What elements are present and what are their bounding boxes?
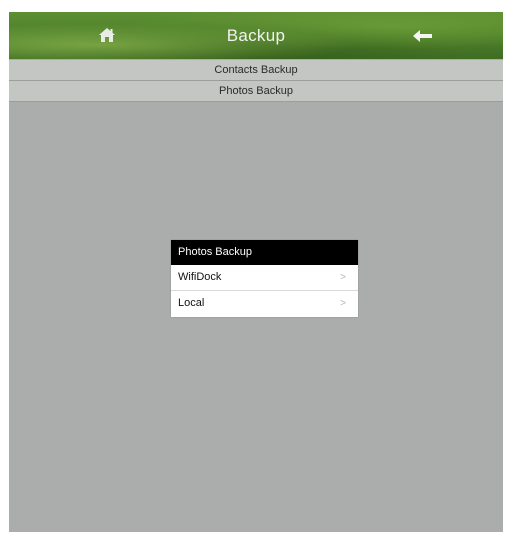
menu-item-label: Contacts Backup [214, 64, 298, 76]
popup-option-local[interactable]: Local > [171, 291, 358, 316]
popup-option-label: WifiDock [178, 271, 222, 283]
header-bar: Backup [9, 12, 503, 59]
photos-backup-popup: Photos Backup WifiDock > Local > [171, 240, 358, 317]
home-icon [99, 28, 115, 42]
popup-option-wifidock[interactable]: WifiDock > [171, 265, 358, 291]
menu-item-photos-backup[interactable]: Photos Backup [9, 81, 503, 102]
menu-item-contacts-backup[interactable]: Contacts Backup [9, 60, 503, 81]
chevron-right-icon: > [340, 298, 346, 309]
back-button[interactable] [409, 26, 437, 46]
popup-option-label: Local [178, 297, 205, 309]
arrow-left-icon [413, 30, 432, 42]
popup-title: Photos Backup [171, 240, 358, 265]
home-button[interactable] [95, 24, 119, 46]
app-screen: Backup Contacts Backup Photos Backup Pho… [9, 12, 503, 532]
menu-item-label: Photos Backup [219, 85, 293, 97]
chevron-right-icon: > [340, 272, 346, 283]
